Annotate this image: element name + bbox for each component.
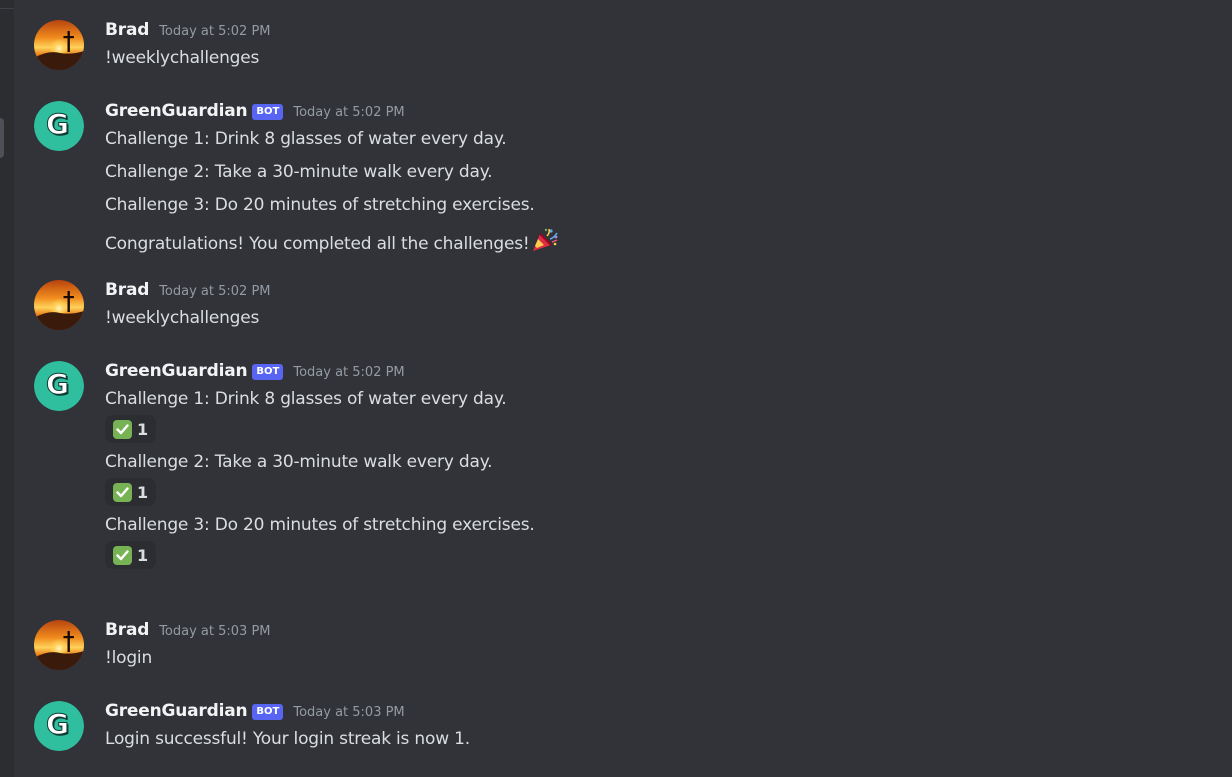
message-text: !login (105, 648, 153, 668)
user-avatar[interactable] (34, 280, 84, 330)
message-timestamp: Today at 5:02 PM (293, 105, 405, 120)
username[interactable]: GreenGuardian (105, 701, 248, 721)
message-text: !weeklychallenges (105, 48, 260, 68)
discord-window: Brad Today at 5:02 PM !weeklychallenges … (0, 0, 1232, 777)
bot-avatar[interactable]: G G (34, 101, 84, 151)
sunset-cross-icon (34, 620, 84, 670)
white-check-mark-icon (113, 419, 132, 439)
reaction-button[interactable]: 1 (105, 478, 157, 506)
bot-avatar[interactable]: G G (34, 361, 84, 411)
reaction-count: 1 (137, 482, 149, 502)
bot-badge: BOT (252, 364, 284, 380)
message-text: Challenge 3: Do 20 minutes of stretching… (105, 515, 535, 535)
green-g-logo-icon: G G (34, 361, 84, 411)
username[interactable]: Brad (105, 280, 149, 300)
green-g-logo-icon: G G (34, 101, 84, 151)
user-avatar[interactable] (34, 620, 84, 670)
username[interactable]: Brad (105, 20, 149, 40)
chat-messages: Brad Today at 5:02 PM !weeklychallenges … (14, 0, 1232, 777)
bot-badge: BOT (252, 104, 284, 120)
white-check-mark-icon (113, 545, 132, 565)
svg-text:G: G (46, 708, 69, 741)
bot-avatar[interactable]: G G (34, 701, 84, 751)
svg-text:G: G (46, 108, 69, 141)
message-text-line: Congratulations! You completed all the c… (105, 227, 1205, 259)
server-sidebar-edge (0, 0, 14, 777)
message-text: Login successful! Your login streak is n… (105, 729, 470, 749)
message-timestamp: Today at 5:02 PM (159, 284, 271, 299)
message-timestamp: Today at 5:02 PM (159, 24, 271, 39)
reaction-button[interactable]: 1 (105, 415, 157, 443)
sunset-cross-icon (34, 20, 84, 70)
username[interactable]: Brad (105, 620, 149, 640)
message-timestamp: Today at 5:02 PM (293, 365, 405, 380)
reaction-button[interactable]: 1 (105, 541, 157, 569)
message-text: Challenge 2: Take a 30-minute walk every… (105, 452, 493, 472)
reaction-count: 1 (137, 419, 149, 439)
white-check-mark-icon (113, 482, 132, 502)
message-text: Challenge 3: Do 20 minutes of stretching… (105, 195, 535, 215)
message-text: !weeklychallenges (105, 308, 260, 328)
green-g-logo-icon: G G (34, 701, 84, 751)
username[interactable]: GreenGuardian (105, 361, 248, 381)
user-avatar[interactable] (34, 20, 84, 70)
message-text: Challenge 1: Drink 8 glasses of water ev… (105, 389, 507, 409)
message-timestamp: Today at 5:03 PM (159, 624, 271, 639)
username[interactable]: GreenGuardian (105, 101, 248, 121)
message-text: Challenge 1: Drink 8 glasses of water ev… (105, 129, 507, 149)
sidebar-divider (0, 0, 14, 9)
party-popper-icon (531, 227, 559, 259)
scroll-indicator[interactable] (0, 118, 4, 158)
reaction-count: 1 (137, 545, 149, 565)
message-timestamp: Today at 5:03 PM (293, 705, 405, 720)
svg-text:G: G (46, 368, 69, 401)
bot-badge: BOT (252, 704, 284, 720)
message-text: Challenge 2: Take a 30-minute walk every… (105, 162, 493, 182)
message-text: Congratulations! You completed all the c… (105, 234, 530, 254)
sunset-cross-icon (34, 280, 84, 330)
